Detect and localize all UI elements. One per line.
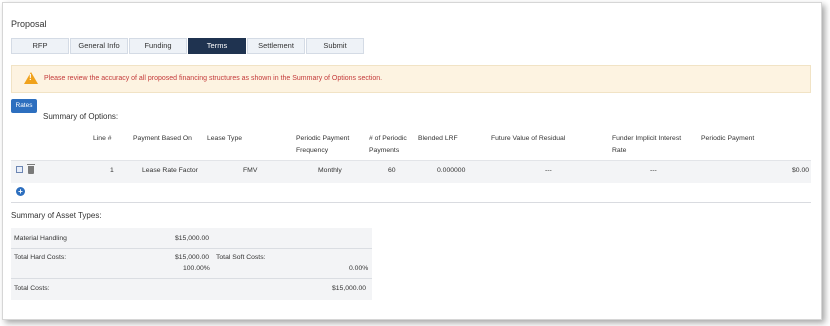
- header-payment-based-on: Payment Based On: [133, 135, 192, 142]
- cell-line: 1: [110, 167, 114, 174]
- row-divider: [11, 248, 372, 249]
- cell-periodic-payment: $0.00: [792, 167, 810, 174]
- total-costs-label: Total Costs:: [14, 285, 50, 292]
- header-blended-lrf: Blended LRF: [418, 135, 458, 142]
- warning-alert: Please review the accuracy of all propos…: [11, 65, 811, 93]
- page-title: Proposal: [11, 19, 47, 29]
- cell-frequency: Monthly: [318, 167, 342, 174]
- alert-message: Please review the accuracy of all propos…: [44, 75, 383, 82]
- trash-icon[interactable]: [27, 164, 35, 174]
- edit-icon[interactable]: [16, 166, 23, 173]
- section-divider: [11, 202, 811, 203]
- tab-general-info[interactable]: General Info: [70, 38, 128, 54]
- header-frequency-1: Periodic Payment: [296, 135, 350, 142]
- header-line: Line #: [93, 135, 112, 142]
- cell-future-value: ---: [545, 167, 552, 174]
- total-hard-costs-label: Total Hard Costs:: [14, 254, 67, 261]
- cell-num-payments: 60: [388, 167, 396, 174]
- table-row: [11, 160, 811, 183]
- cell-blended-lrf: 0.000000: [437, 167, 466, 174]
- window-frame: Proposal RFP General Info Funding Terms …: [2, 2, 822, 320]
- row-divider: [11, 278, 372, 279]
- summary-of-asset-types-title: Summary of Asset Types:: [11, 211, 102, 220]
- total-hard-costs-percent: 100.00%: [183, 265, 210, 272]
- add-option-icon[interactable]: +: [16, 187, 25, 196]
- total-costs-value: $15,000.00: [332, 285, 367, 292]
- cell-lease-type: FMV: [243, 167, 258, 174]
- tab-rfp[interactable]: RFP: [11, 38, 69, 54]
- header-funder-rate-2: Rate: [612, 147, 627, 154]
- total-hard-costs-value: $15,000.00: [175, 254, 210, 261]
- cell-funder-rate: ---: [650, 167, 657, 174]
- tab-settlement[interactable]: Settlement: [247, 38, 305, 54]
- header-num-payments-2: Payments: [369, 147, 400, 154]
- header-num-payments-1: # of Periodic: [369, 135, 407, 142]
- total-soft-costs-percent: 0.00%: [349, 265, 369, 272]
- warning-icon: [24, 72, 38, 84]
- header-lease-type: Lease Type: [207, 135, 243, 142]
- tab-funding[interactable]: Funding: [129, 38, 187, 54]
- header-funder-rate-1: Funder Implicit Interest: [612, 135, 682, 142]
- material-handling-value: $15,000.00: [175, 235, 210, 242]
- summary-of-options-title: Summary of Options:: [43, 112, 119, 121]
- material-handling-label: Material Handling: [14, 235, 67, 242]
- cell-payment-based-on: Lease Rate Factor: [142, 167, 198, 174]
- tab-submit[interactable]: Submit: [306, 38, 364, 54]
- header-frequency-2: Frequency: [296, 147, 329, 154]
- tab-bar: RFP General Info Funding Terms Settlemen…: [11, 38, 365, 54]
- header-future-value: Future Value of Residual: [491, 135, 566, 142]
- header-periodic-payment: Periodic Payment: [701, 135, 755, 142]
- total-soft-costs-label: Total Soft Costs:: [216, 254, 266, 261]
- rates-button[interactable]: Rates: [11, 99, 37, 113]
- tab-terms[interactable]: Terms: [188, 38, 246, 54]
